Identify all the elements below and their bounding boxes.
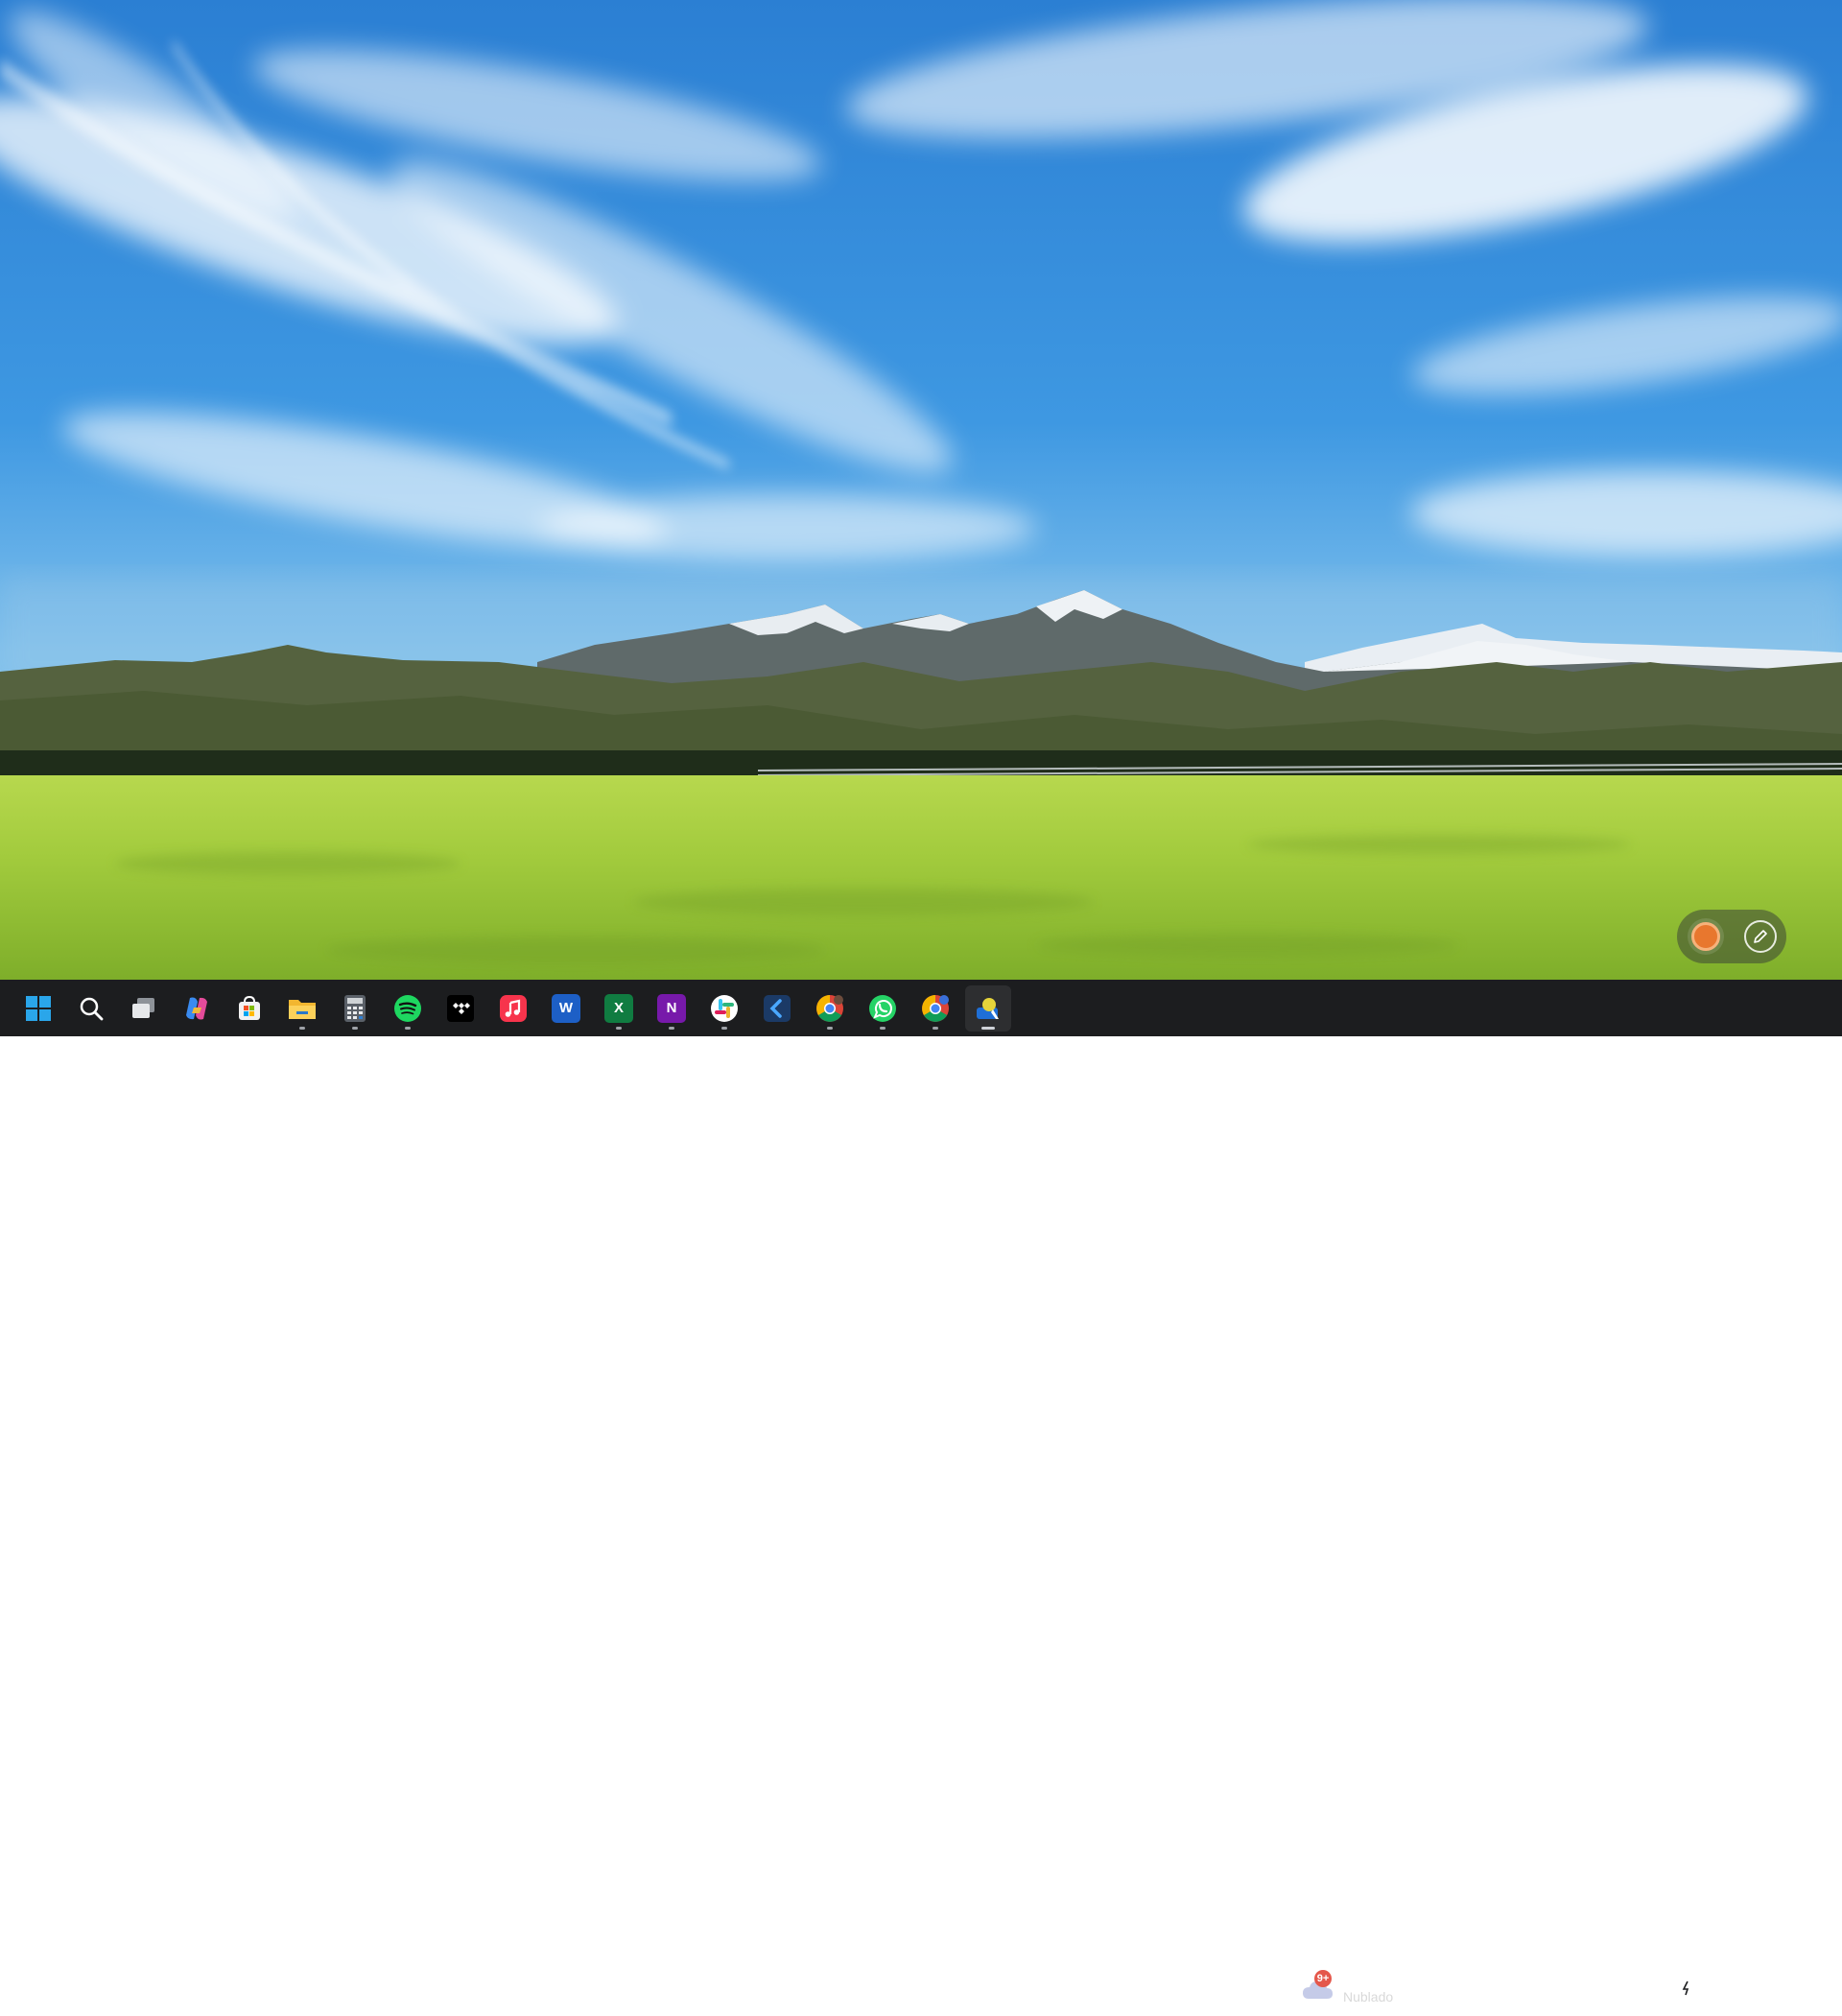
task-view-icon bbox=[132, 997, 154, 1018]
weather-temperature: 20°C bbox=[1343, 1971, 1374, 1986]
notifications-button[interactable] bbox=[1815, 1969, 1842, 2007]
weather-text: 20°C Nublado bbox=[1343, 1970, 1393, 2006]
kodi-button[interactable] bbox=[754, 985, 800, 1032]
recording-widget bbox=[1677, 910, 1786, 963]
weather-condition: Nublado bbox=[1343, 1989, 1394, 2004]
chevron-up-icon bbox=[1502, 1984, 1514, 1992]
calculator-icon bbox=[344, 994, 366, 1022]
search-button[interactable] bbox=[68, 985, 114, 1032]
pen-icon bbox=[1753, 930, 1767, 943]
input-language-indicator[interactable]: ESP bbox=[1564, 1969, 1610, 2007]
show-hidden-icons-button[interactable] bbox=[1491, 1969, 1525, 2007]
whatsapp-button[interactable] bbox=[860, 985, 906, 1032]
chrome-profile-2-button[interactable] bbox=[912, 985, 958, 1032]
wifi-icon bbox=[1616, 1980, 1635, 1996]
running-indicator bbox=[981, 1026, 995, 1030]
excel-button[interactable]: X bbox=[596, 985, 642, 1032]
tidal-button[interactable] bbox=[437, 985, 484, 1032]
chrome-icon bbox=[922, 994, 949, 1022]
annotate-button[interactable] bbox=[1743, 920, 1777, 953]
microsoft-store-button[interactable] bbox=[226, 985, 272, 1032]
clock[interactable]: 17:19 15/4/2025 bbox=[1717, 1969, 1809, 2007]
folder-icon bbox=[289, 999, 316, 1019]
apple-music-button[interactable] bbox=[490, 985, 536, 1032]
taskbar-pinned-apps: W X N bbox=[15, 980, 1018, 1036]
system-tray: ESP 17:19 15/4/2025 bbox=[1491, 1959, 1842, 2016]
store-icon bbox=[239, 995, 260, 1020]
search-icon bbox=[80, 997, 104, 1020]
wallpaper-mountain-landscape bbox=[0, 0, 1842, 980]
clock-time: 17:19 bbox=[1775, 1970, 1809, 1986]
onedrive-cloud-icon bbox=[1535, 1981, 1554, 1994]
running-indicator bbox=[669, 1026, 674, 1030]
onenote-button[interactable]: N bbox=[649, 985, 695, 1032]
notification-bell-icon bbox=[1823, 1980, 1840, 1997]
running-indicator bbox=[880, 1026, 886, 1030]
snipping-app-button[interactable] bbox=[965, 984, 1011, 1032]
start-button[interactable] bbox=[15, 985, 61, 1032]
record-button[interactable] bbox=[1687, 918, 1724, 955]
chevron-left-icon bbox=[764, 994, 791, 1022]
tidal-icon bbox=[447, 994, 474, 1022]
word-button[interactable]: W bbox=[543, 985, 589, 1032]
copilot-icon bbox=[186, 997, 207, 1019]
quick-settings-button[interactable] bbox=[1610, 1969, 1706, 2007]
file-explorer-button[interactable] bbox=[279, 985, 325, 1032]
slack-button[interactable] bbox=[701, 985, 747, 1032]
running-indicator bbox=[352, 1026, 358, 1030]
desktop[interactable] bbox=[0, 0, 1842, 980]
excel-icon: X bbox=[604, 993, 633, 1023]
weather-alert-badge: 9+ bbox=[1314, 1970, 1332, 1987]
running-indicator bbox=[299, 1026, 305, 1030]
word-icon: W bbox=[552, 993, 580, 1023]
onenote-icon: N bbox=[657, 993, 686, 1023]
spotify-icon bbox=[394, 994, 421, 1022]
battery-icon bbox=[1677, 1980, 1699, 1995]
spotify-button[interactable] bbox=[385, 985, 431, 1032]
onedrive-button[interactable] bbox=[1525, 1969, 1564, 2007]
running-indicator bbox=[616, 1026, 622, 1030]
taskbar: W X N 9+ 20°C Nublado ESP 17:19 15/4/202… bbox=[0, 980, 1842, 2005]
task-view-button[interactable] bbox=[121, 985, 167, 1032]
running-indicator bbox=[827, 1026, 833, 1030]
calculator-button[interactable] bbox=[332, 985, 378, 1032]
slack-icon bbox=[711, 994, 738, 1022]
running-indicator bbox=[405, 1026, 411, 1030]
running-indicator bbox=[721, 1026, 727, 1030]
windows-logo-icon bbox=[26, 995, 51, 1021]
clock-date: 15/4/2025 bbox=[1749, 1989, 1809, 2005]
music-note-icon bbox=[500, 994, 527, 1022]
running-indicator bbox=[933, 1026, 938, 1030]
volume-icon bbox=[1646, 1980, 1665, 1996]
whatsapp-icon bbox=[869, 994, 896, 1022]
chrome-icon bbox=[816, 994, 843, 1022]
record-icon bbox=[1690, 922, 1720, 951]
copilot-button[interactable] bbox=[174, 985, 220, 1032]
chrome-profile-1-button[interactable] bbox=[807, 985, 853, 1032]
snip-icon bbox=[977, 997, 999, 1019]
weather-widget[interactable]: 9+ 20°C Nublado bbox=[1301, 1965, 1393, 2011]
cloud-icon: 9+ bbox=[1301, 1970, 1335, 2003]
